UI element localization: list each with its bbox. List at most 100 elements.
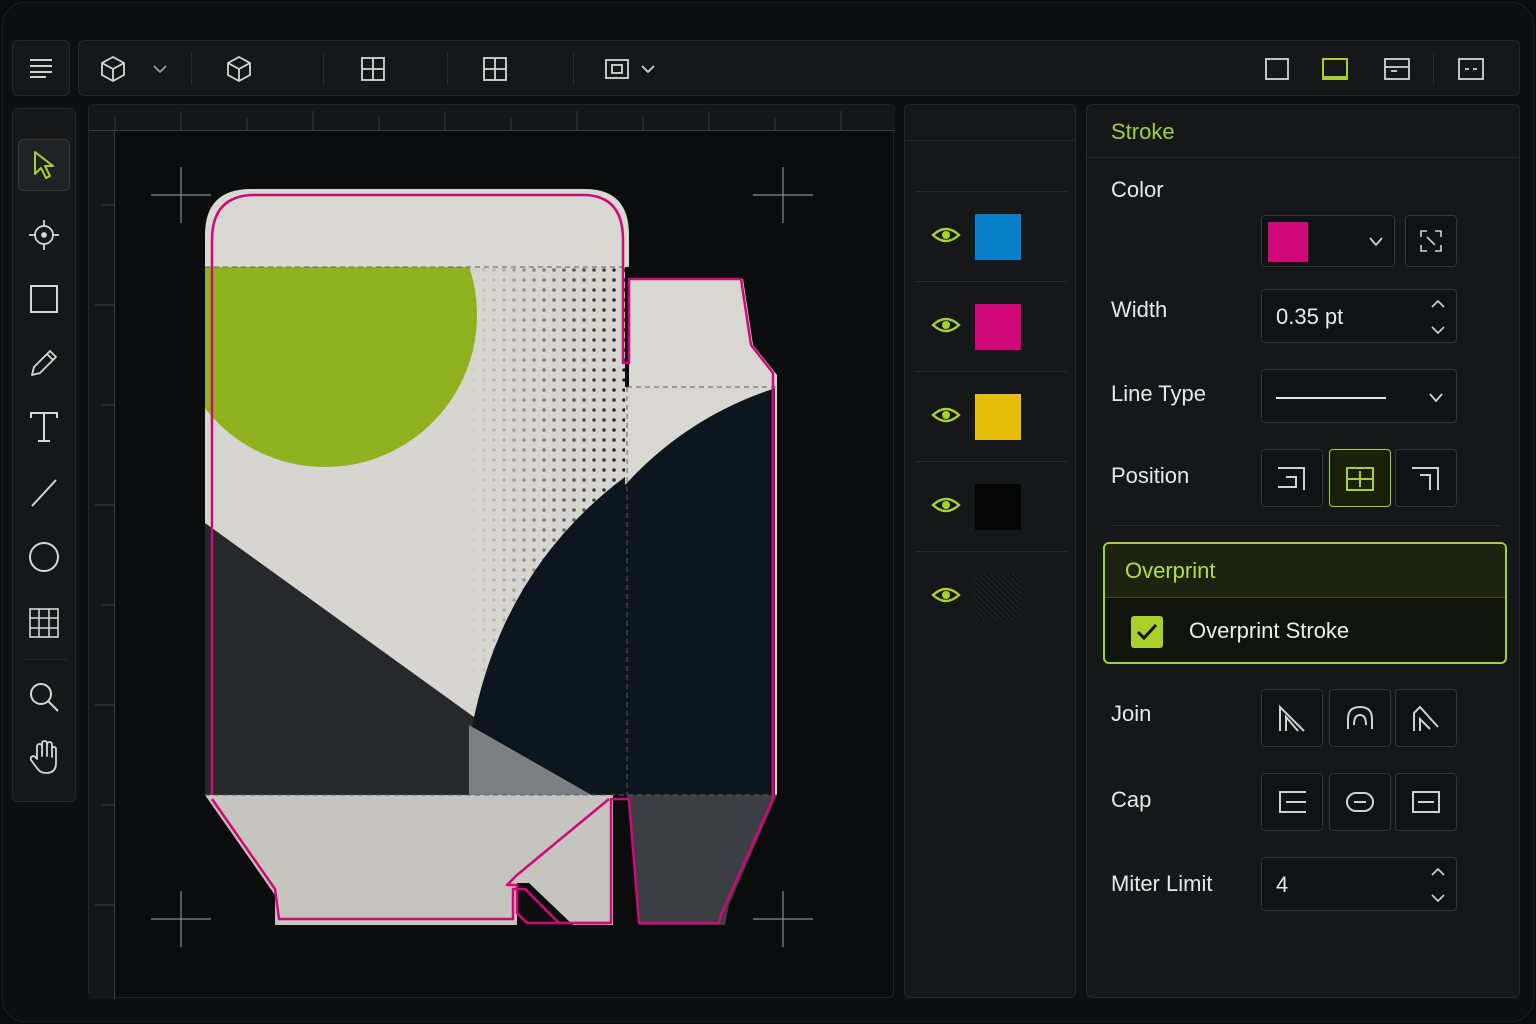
solid-line-icon <box>1276 397 1386 399</box>
split-view-icon <box>1384 58 1410 80</box>
line-type-label: Line Type <box>1111 381 1207 406</box>
hand-icon <box>29 740 57 774</box>
layer-row-black[interactable] <box>915 461 1067 549</box>
bevel-join-icon <box>1413 705 1439 731</box>
single-view-button[interactable] <box>1257 41 1297 97</box>
split-view-button[interactable] <box>1377 41 1417 97</box>
outline-view-button[interactable] <box>1315 41 1355 97</box>
select-arrow-icon <box>34 151 54 179</box>
stepper-icon[interactable] <box>1430 866 1446 904</box>
menu-button[interactable] <box>12 40 70 96</box>
table-tool[interactable] <box>18 597 70 649</box>
hand-tool[interactable] <box>18 731 70 783</box>
eyedropper-frame-icon <box>1420 230 1442 252</box>
stroke-properties-panel: Stroke Color Width 0.35 pt Line Type Pos… <box>1086 104 1520 998</box>
round-join-button[interactable] <box>1329 689 1391 747</box>
round-cap-icon <box>1346 792 1374 812</box>
layer-row-magenta[interactable] <box>915 281 1067 369</box>
rectangle-tool[interactable] <box>18 273 70 325</box>
single-view-active-icon <box>1322 58 1348 80</box>
zoom-tool[interactable] <box>18 671 70 723</box>
bevel-join-button[interactable] <box>1395 689 1457 747</box>
square-cap-icon <box>1412 791 1440 813</box>
frame-select-dropdown[interactable] <box>635 41 661 97</box>
visibility-eye-icon[interactable] <box>931 225 961 245</box>
color-picker-button[interactable] <box>1405 215 1457 267</box>
line-tool[interactable] <box>18 467 70 519</box>
grid-layout-button[interactable] <box>351 41 395 97</box>
layer-swatch-magenta[interactable] <box>975 304 1021 350</box>
layer-swatch-yellow[interactable] <box>975 394 1021 440</box>
table-grid-icon <box>29 608 59 638</box>
miter-limit-value: 4 <box>1276 872 1289 897</box>
box-preview-button[interactable] <box>219 41 259 97</box>
miter-limit-label: Miter Limit <box>1111 871 1213 896</box>
miter-join-button[interactable] <box>1261 689 1323 747</box>
grid-icon <box>361 57 385 81</box>
overprint-stroke-label: Overprint Stroke <box>1189 618 1350 643</box>
select-tool[interactable] <box>18 139 70 191</box>
line-type-dropdown[interactable] <box>1261 369 1457 423</box>
layer-swatch-texture[interactable] <box>975 574 1021 620</box>
pencil-icon <box>31 350 57 376</box>
stepper-icon[interactable] <box>1430 298 1446 336</box>
layer-row-cyan[interactable] <box>915 191 1067 279</box>
dieline-artwork <box>89 105 895 999</box>
stroke-section-title: Stroke <box>1111 119 1175 144</box>
artboard-canvas[interactable] <box>88 104 895 999</box>
check-icon <box>1136 623 1158 641</box>
ellipse-tool[interactable] <box>18 531 70 583</box>
cube-outline-icon <box>227 55 251 83</box>
stroke-width-value: 0.35 pt <box>1276 304 1344 329</box>
miter-limit-input[interactable]: 4 <box>1261 857 1457 911</box>
text-icon <box>30 412 58 442</box>
overprint-title: Overprint <box>1125 558 1216 583</box>
target-tool[interactable] <box>18 209 70 261</box>
visibility-eye-icon[interactable] <box>931 585 961 605</box>
menu-icon <box>30 59 52 78</box>
overprint-stroke-checkbox[interactable] <box>1131 616 1163 648</box>
grid-layout-button-2[interactable] <box>473 41 517 97</box>
stroke-position-outside-button[interactable] <box>1261 449 1323 507</box>
visibility-eye-icon[interactable] <box>931 405 961 425</box>
tool-palette <box>12 108 76 802</box>
butt-cap-icon <box>1279 791 1306 813</box>
overprint-section: Overprint Overprint Stroke <box>1103 542 1507 664</box>
grid-icon <box>483 57 507 81</box>
single-view-icon <box>1265 58 1289 80</box>
stroke-position-inside-button[interactable] <box>1395 449 1457 507</box>
rectangle-icon <box>30 285 58 313</box>
stroke-color-swatch <box>1268 222 1308 262</box>
zoom-icon <box>30 683 59 712</box>
stroke-color-dropdown[interactable] <box>1261 215 1395 267</box>
top-toolbar <box>78 40 1520 96</box>
stroke-position-center-button[interactable] <box>1329 449 1391 507</box>
ellipse-icon <box>29 542 59 572</box>
layer-swatch-cyan[interactable] <box>975 214 1021 260</box>
line-icon <box>31 479 57 507</box>
color-separations-panel <box>904 104 1076 998</box>
chevron-down-icon <box>153 65 167 74</box>
chevron-down-icon <box>641 65 655 74</box>
crosshair-icon <box>29 220 59 250</box>
panel-toggle-button[interactable] <box>1451 41 1491 97</box>
cap-label: Cap <box>1111 787 1152 812</box>
visibility-eye-icon[interactable] <box>931 495 961 515</box>
3d-view-button[interactable] <box>93 41 133 97</box>
square-cap-button[interactable] <box>1395 773 1457 831</box>
cube-icon <box>101 55 125 83</box>
frame-select-button[interactable] <box>599 41 635 97</box>
layer-row-texture[interactable] <box>915 551 1067 639</box>
stroke-width-input[interactable]: 0.35 pt <box>1261 289 1457 343</box>
pencil-tool[interactable] <box>18 337 70 389</box>
layer-swatch-black[interactable] <box>975 484 1021 530</box>
text-tool[interactable] <box>18 401 70 453</box>
chevron-down-icon <box>1429 393 1443 403</box>
visibility-eye-icon[interactable] <box>931 315 961 335</box>
layer-row-yellow[interactable] <box>915 371 1067 459</box>
round-cap-button[interactable] <box>1329 773 1391 831</box>
width-label: Width <box>1111 297 1168 322</box>
butt-cap-button[interactable] <box>1261 773 1323 831</box>
join-label: Join <box>1111 701 1152 726</box>
3d-view-dropdown[interactable] <box>147 41 173 97</box>
